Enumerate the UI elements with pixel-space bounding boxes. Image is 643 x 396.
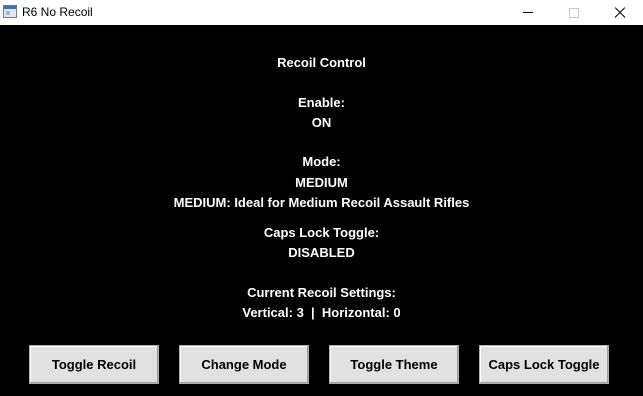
close-icon: [614, 7, 626, 19]
mode-description: MEDIUM: Ideal for Medium Recoil Assault …: [173, 195, 470, 210]
enable-label: Enable:: [298, 95, 345, 110]
mode-value: MEDIUM: [295, 175, 348, 190]
toggle-theme-button[interactable]: Toggle Theme: [329, 345, 459, 384]
minimize-icon: [523, 12, 533, 13]
title-bar[interactable]: R6 No Recoil: [0, 0, 643, 25]
caps-lock-label: Caps Lock Toggle:: [263, 225, 380, 240]
caps-lock-value: DISABLED: [288, 245, 355, 260]
close-button[interactable]: [597, 0, 643, 25]
change-mode-button[interactable]: Change Mode: [179, 345, 309, 384]
recoil-settings-label: Current Recoil Settings:: [247, 285, 396, 300]
toggle-recoil-button[interactable]: Toggle Recoil: [29, 345, 159, 384]
mode-label: Mode:: [302, 154, 341, 169]
app-window-icon: [3, 5, 17, 18]
app-window: R6 No Recoil Recoil Control Enable: ON M…: [0, 0, 643, 396]
caps-lock-toggle-button[interactable]: Caps Lock Toggle: [479, 345, 609, 384]
recoil-settings-value: Vertical: 3 | Horizontal: 0: [242, 305, 401, 320]
minimize-button[interactable]: [505, 0, 551, 25]
window-title: R6 No Recoil: [22, 5, 93, 19]
page-title: Recoil Control: [277, 55, 366, 70]
maximize-button[interactable]: [551, 0, 597, 25]
enable-value: ON: [311, 115, 332, 130]
maximize-icon: [569, 7, 579, 18]
